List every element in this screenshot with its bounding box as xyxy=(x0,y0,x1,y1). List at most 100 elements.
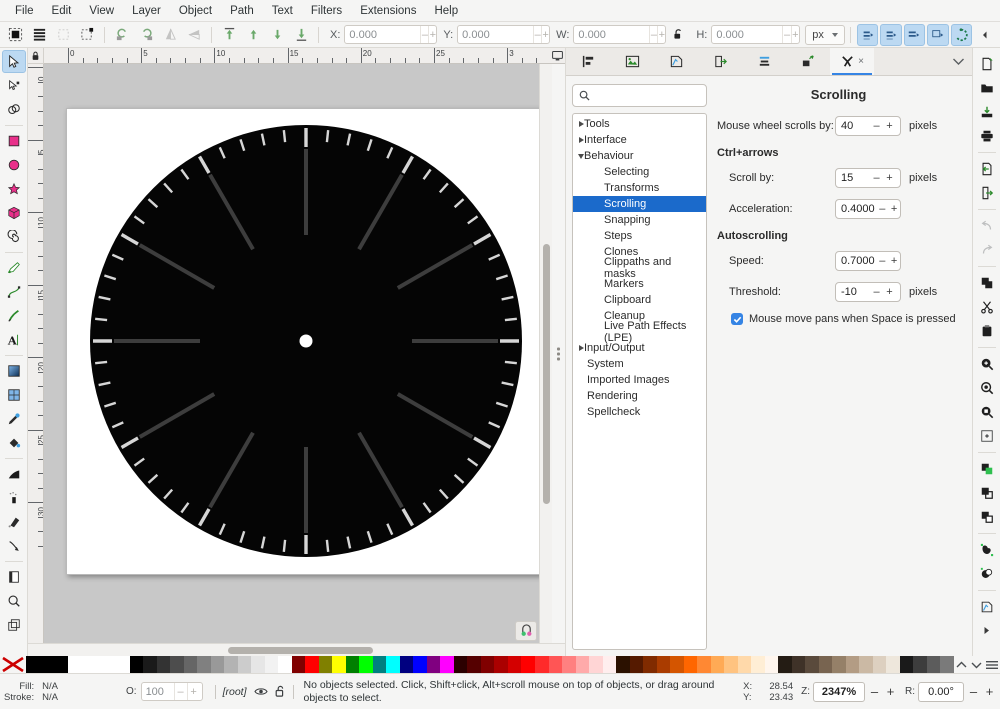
x-input[interactable] xyxy=(345,26,421,43)
pref-tree-item[interactable]: Interface xyxy=(573,132,706,148)
pref-tree-item[interactable]: Rendering xyxy=(573,388,706,404)
spiral-tool[interactable] xyxy=(2,225,26,248)
palette-swatch[interactable] xyxy=(413,656,427,673)
threshold-stepper[interactable]: -10 – + xyxy=(835,282,901,302)
pref-tree-item[interactable]: Tools xyxy=(573,116,706,132)
threshold-decrement[interactable]: – xyxy=(870,283,883,301)
palette-swatch[interactable] xyxy=(548,656,563,673)
pref-tree-item[interactable]: Selecting xyxy=(573,164,706,180)
menu-item-text[interactable]: Text xyxy=(263,3,302,19)
dock-tab-objects[interactable] xyxy=(786,48,830,75)
w-field[interactable]: – + xyxy=(573,25,667,44)
group-icon[interactable] xyxy=(975,481,999,504)
mouse-wheel-decrement[interactable]: – xyxy=(870,117,883,135)
raise-icon[interactable] xyxy=(242,24,264,46)
x-field[interactable]: – + xyxy=(344,25,438,44)
menu-item-filters[interactable]: Filters xyxy=(302,3,351,19)
preferences-search[interactable] xyxy=(572,84,737,107)
palette-swatch[interactable] xyxy=(264,656,279,673)
mouse-wheel-stepper[interactable]: 40 – + xyxy=(835,116,901,136)
opacity-stepper[interactable]: – + xyxy=(140,682,203,701)
palette-swatch[interactable] xyxy=(534,656,549,673)
zoom-increment[interactable]: + xyxy=(884,684,897,699)
canvas-horizontal-scrollbar[interactable] xyxy=(28,643,565,656)
affect-rounded-corners-icon[interactable] xyxy=(903,23,926,46)
palette-swatch[interactable] xyxy=(710,656,725,673)
pref-tree-item[interactable]: Clippaths and masks xyxy=(573,256,706,280)
pencil-tool[interactable] xyxy=(2,256,26,279)
zoom-control[interactable]: Z: 2347% – + xyxy=(801,681,897,702)
palette-swatch[interactable] xyxy=(670,656,684,673)
palette-swatch[interactable] xyxy=(805,656,819,673)
mesh-tool[interactable] xyxy=(2,383,26,406)
preferences-tree[interactable]: Tools Interface Behaviour Selecting Transfor… xyxy=(572,113,707,650)
palette-swatch[interactable] xyxy=(926,656,941,673)
zoom-value[interactable]: 2347% xyxy=(813,681,865,702)
dock-tab-text-and-font[interactable] xyxy=(654,48,698,75)
zoom-in-icon[interactable] xyxy=(975,352,999,375)
palette-swatch[interactable] xyxy=(426,656,441,673)
palette-none-swatch[interactable] xyxy=(0,656,116,673)
connector-tool[interactable] xyxy=(2,534,26,557)
palette-swatch[interactable] xyxy=(278,656,292,673)
palette-swatch[interactable] xyxy=(562,656,576,673)
3dbox-tool[interactable] xyxy=(2,201,26,224)
paste-icon[interactable] xyxy=(975,319,999,342)
acceleration-decrement[interactable]: – xyxy=(876,200,888,218)
xml-editor-icon[interactable] xyxy=(975,595,999,618)
palette-swatch[interactable] xyxy=(305,656,319,673)
rotation-control[interactable]: R: 0.00° – + xyxy=(905,681,996,702)
palette-swatch[interactable] xyxy=(318,656,333,673)
menu-item-object[interactable]: Object xyxy=(170,3,221,19)
w-decrement[interactable]: – xyxy=(649,26,657,43)
palette-swatch[interactable] xyxy=(724,656,738,673)
redo-icon[interactable] xyxy=(975,238,999,261)
palette-swatch[interactable] xyxy=(156,656,171,673)
flip-horizontal-icon[interactable] xyxy=(159,24,181,46)
eraser-tool[interactable] xyxy=(2,510,26,533)
display-mode-icon[interactable] xyxy=(549,48,565,64)
affect-pattern-icon[interactable] xyxy=(880,23,902,46)
affect-transform-icon[interactable] xyxy=(856,23,879,46)
lock-open-icon[interactable] xyxy=(667,24,689,46)
palette-swatch[interactable] xyxy=(480,656,495,673)
print-icon[interactable] xyxy=(975,124,999,147)
palette-swatch[interactable] xyxy=(210,656,225,673)
tweak-tool[interactable] xyxy=(2,462,26,485)
palette-white-swatch[interactable] xyxy=(68,656,116,673)
zoom-tool[interactable] xyxy=(2,589,26,612)
palette-swatch[interactable] xyxy=(886,656,900,673)
gradient-tool[interactable] xyxy=(2,359,26,382)
palette-swatch[interactable] xyxy=(778,656,792,673)
palette-swatch[interactable] xyxy=(521,656,535,673)
palette-swatch[interactable] xyxy=(237,656,252,673)
palette-swatch[interactable] xyxy=(291,656,306,673)
palette-swatch[interactable] xyxy=(116,656,130,673)
palette-swatch[interactable] xyxy=(913,656,927,673)
palette-swatch[interactable] xyxy=(170,656,184,673)
speed-value[interactable]: 0.7000 xyxy=(836,252,876,270)
export-icon[interactable] xyxy=(975,181,999,204)
threshold-increment[interactable]: + xyxy=(883,283,896,301)
palette-swatch[interactable] xyxy=(575,656,590,673)
rotation-decrement[interactable]: – xyxy=(967,684,980,699)
snap-bar-icon[interactable] xyxy=(515,621,537,641)
y-field[interactable]: – + xyxy=(457,25,551,44)
pref-tree-item[interactable]: Live Path Effects (LPE) xyxy=(573,320,706,344)
dock-tab-align[interactable] xyxy=(566,48,610,75)
menu-item-file[interactable]: File xyxy=(6,3,43,19)
menu-item-path[interactable]: Path xyxy=(221,3,263,19)
flip-vertical-icon[interactable] xyxy=(183,24,205,46)
speed-stepper[interactable]: 0.7000 – + xyxy=(835,251,901,271)
spray-tool[interactable] xyxy=(2,486,26,509)
acceleration-stepper[interactable]: 0.4000 – + xyxy=(835,199,901,219)
palette-swatch[interactable] xyxy=(859,656,873,673)
palette-swatch[interactable] xyxy=(845,656,860,673)
vertical-scroll-thumb[interactable] xyxy=(543,244,550,504)
duplicate-icon[interactable] xyxy=(975,457,999,480)
select-all-layers-icon[interactable] xyxy=(28,24,50,46)
pref-tree-item[interactable]: System xyxy=(573,356,706,372)
dropper-tool[interactable] xyxy=(2,407,26,430)
mouse-wheel-increment[interactable]: + xyxy=(883,117,896,135)
palette-swatch[interactable] xyxy=(602,656,617,673)
